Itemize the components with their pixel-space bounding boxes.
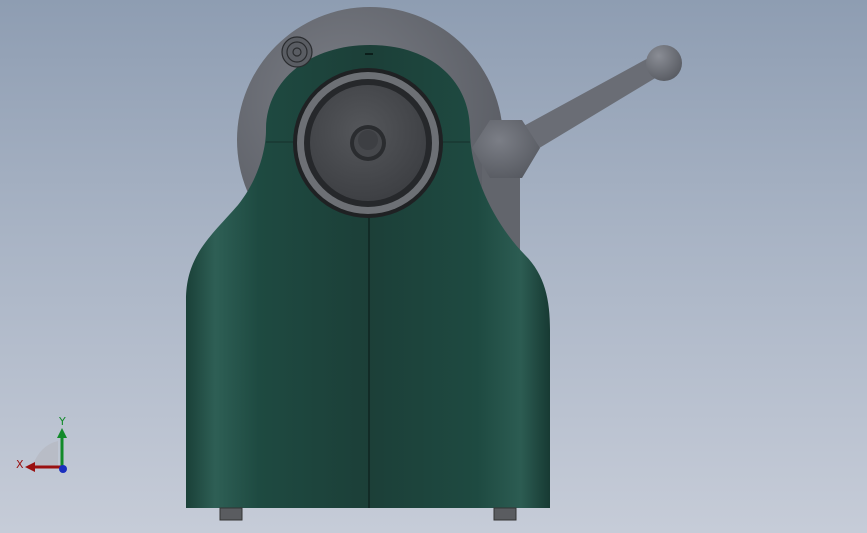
x-axis-arrowhead [25, 462, 35, 472]
crank-arm[interactable] [520, 56, 662, 150]
spindle-cap [358, 130, 378, 150]
x-axis-label: X [16, 458, 24, 471]
z-axis-dot [59, 465, 67, 473]
foot-left[interactable] [219, 507, 243, 521]
graphics-viewport[interactable]: Y X [0, 0, 867, 533]
foot-right[interactable] [493, 507, 517, 521]
axis-triad: Y X [16, 415, 67, 473]
top-slot [365, 53, 373, 55]
model-view[interactable] [0, 0, 867, 533]
y-axis-arrowhead [57, 428, 67, 438]
crank-ball-knob[interactable] [646, 45, 682, 81]
triad-plane [32, 441, 58, 467]
y-axis-label: Y [58, 415, 66, 428]
